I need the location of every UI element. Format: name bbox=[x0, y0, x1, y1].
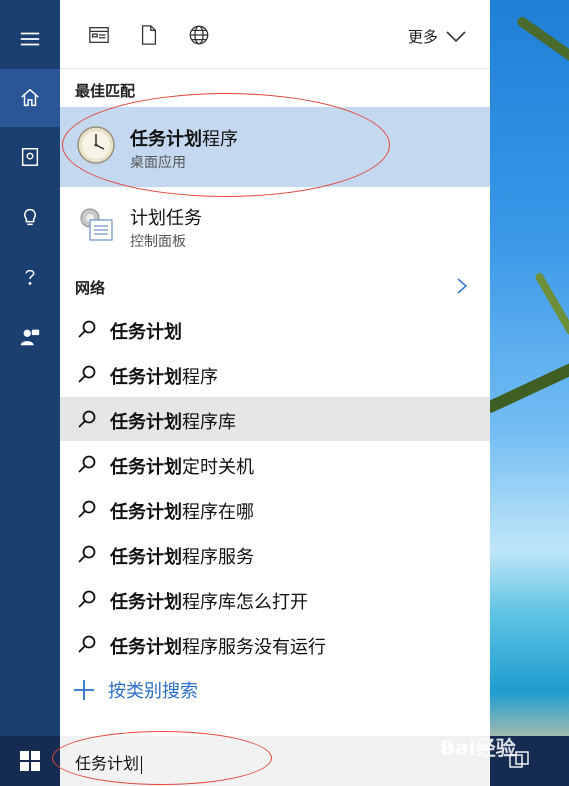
start-button[interactable] bbox=[0, 736, 60, 786]
notebook-button[interactable] bbox=[0, 128, 60, 186]
feedback-button[interactable] bbox=[0, 308, 60, 366]
search-icon bbox=[78, 590, 96, 608]
search-icon bbox=[78, 320, 96, 338]
chevron-right-icon[interactable] bbox=[456, 278, 468, 294]
best-match-header: 最佳匹配 bbox=[75, 82, 136, 100]
search-icon bbox=[78, 545, 96, 563]
web-suggestion-label: 任务计划程序库怎么打开 bbox=[110, 592, 308, 613]
chevron-down-icon bbox=[446, 30, 466, 42]
web-suggestion-item[interactable]: 任务计划 bbox=[60, 307, 490, 351]
web-suggestion-item[interactable]: 任务计划程序在哪 bbox=[60, 487, 490, 531]
windows-logo-icon bbox=[20, 751, 40, 771]
search-icon bbox=[78, 455, 96, 473]
palm-frond bbox=[515, 15, 569, 75]
search-by-category-label: 按类别搜索 bbox=[108, 681, 198, 702]
best-match-result[interactable]: 任务计划程序 桌面应用 bbox=[60, 107, 490, 187]
reminders-button[interactable] bbox=[0, 188, 60, 246]
web-suggestion-label: 任务计划程序服务 bbox=[110, 547, 254, 568]
web-suggestion-label: 任务计划程序 bbox=[110, 367, 218, 388]
globe-icon[interactable] bbox=[188, 24, 210, 46]
best-match-subtitle: 桌面应用 bbox=[130, 155, 186, 171]
web-suggestion-label: 任务计划 bbox=[110, 322, 182, 343]
best-match-title: 任务计划程序 bbox=[130, 129, 238, 150]
start-nav-rail bbox=[0, 0, 60, 736]
help-icon bbox=[25, 269, 35, 285]
search-input[interactable]: 任务计划 bbox=[75, 750, 143, 774]
home-button[interactable] bbox=[0, 69, 60, 127]
web-suggestion-label: 任务计划程序在哪 bbox=[110, 502, 254, 523]
search-icon bbox=[78, 635, 96, 653]
hamburger-menu-button[interactable] bbox=[0, 10, 60, 68]
web-suggestion-label: 任务计划程序服务没有运行 bbox=[110, 637, 326, 658]
filter-bar: 更多 bbox=[60, 0, 490, 69]
control-panel-result[interactable]: 计划任务 控制面板 bbox=[60, 192, 490, 272]
lightbulb-icon bbox=[24, 208, 36, 226]
web-suggestion-item[interactable]: 任务计划程序库怎么打开 bbox=[60, 577, 490, 621]
hamburger-menu-icon bbox=[20, 32, 40, 46]
search-icon bbox=[78, 410, 96, 428]
document-icon[interactable] bbox=[138, 24, 160, 46]
apps-icon[interactable] bbox=[88, 24, 110, 46]
control-panel-result-title: 计划任务 bbox=[130, 208, 202, 229]
search-icon bbox=[78, 365, 96, 383]
web-suggestion-item[interactable]: 任务计划程序 bbox=[60, 352, 490, 396]
plus-icon bbox=[74, 680, 94, 700]
notebook-icon bbox=[21, 148, 39, 166]
more-filters-button[interactable]: 更多 bbox=[408, 26, 466, 47]
web-suggestion-item[interactable]: 任务计划程序库 bbox=[60, 397, 490, 441]
palm-frond bbox=[534, 271, 569, 337]
palm-frond bbox=[490, 357, 569, 415]
help-button[interactable] bbox=[0, 248, 60, 306]
taskbar-search-box[interactable]: 任务计划 bbox=[60, 736, 490, 786]
watermark: Bai经验 bbox=[440, 736, 516, 760]
clock-app-icon bbox=[77, 126, 115, 164]
web-suggestion-item[interactable]: 任务计划程序服务 bbox=[60, 532, 490, 576]
control-panel-result-subtitle: 控制面板 bbox=[130, 234, 186, 250]
feedback-icon bbox=[20, 329, 40, 346]
web-header: 网络 bbox=[75, 279, 106, 297]
home-icon bbox=[21, 88, 39, 107]
web-suggestion-label: 任务计划定时关机 bbox=[110, 457, 254, 478]
search-icon bbox=[78, 500, 96, 518]
more-label: 更多 bbox=[407, 28, 438, 46]
web-suggestion-item[interactable]: 任务计划程序服务没有运行 bbox=[60, 622, 490, 666]
web-suggestion-label: 任务计划程序库 bbox=[110, 412, 236, 433]
search-panel: 更多 最佳匹配 任务计划程序 桌面应用 计划任务 控制面板 网络 任务计划任务计… bbox=[60, 0, 490, 736]
scheduled-tasks-icon bbox=[80, 208, 113, 241]
web-suggestion-item[interactable]: 任务计划定时关机 bbox=[60, 442, 490, 486]
search-by-category-link[interactable]: 按类别搜索 bbox=[72, 675, 198, 705]
desktop-wallpaper bbox=[490, 0, 569, 786]
